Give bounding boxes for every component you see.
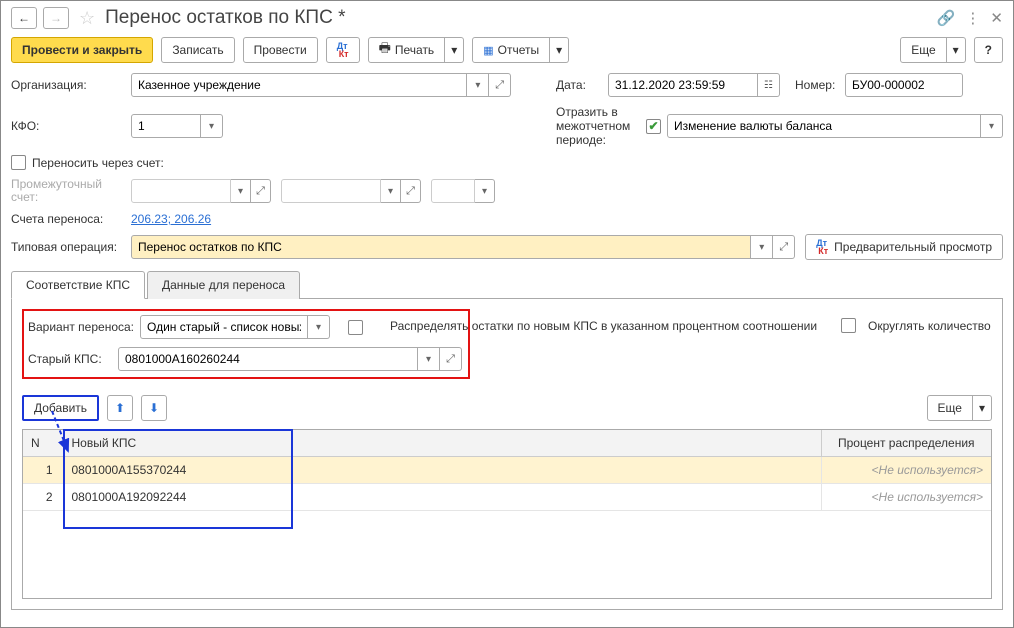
date-calendar[interactable] xyxy=(758,73,780,97)
help-button[interactable]: ? xyxy=(974,37,1003,63)
date-input[interactable] xyxy=(608,73,758,97)
back-button[interactable]: ← xyxy=(11,7,37,29)
carry-via-label: Переносить через счет: xyxy=(32,156,164,170)
add-button[interactable]: Добавить xyxy=(22,395,99,421)
distribute-checkbox[interactable] xyxy=(348,320,363,335)
move-down-button[interactable]: ⬇ xyxy=(141,395,167,421)
forward-button: → xyxy=(43,7,69,29)
intermed-acc-1-dd xyxy=(231,179,251,203)
number-label: Номер: xyxy=(795,78,845,92)
interperiod-input[interactable] xyxy=(667,114,981,138)
typical-op-input[interactable] xyxy=(131,235,751,259)
transfer-acc-label: Счета переноса: xyxy=(11,212,131,226)
typical-op-dropdown[interactable] xyxy=(751,235,773,259)
close-icon[interactable]: ✕ xyxy=(990,9,1003,27)
old-kps-dropdown[interactable] xyxy=(418,347,440,371)
main-toolbar: Провести и закрыть Записать Провести ДтК… xyxy=(1,33,1013,73)
intermed-acc-2-open xyxy=(401,179,421,203)
form-body: Организация: Дата: Номер: КФО: xyxy=(1,73,1013,610)
variant-dropdown[interactable] xyxy=(308,315,330,339)
print-button[interactable]: Печать xyxy=(368,37,446,63)
col-n-header[interactable]: N xyxy=(23,430,63,457)
intermed-acc-label: Промежуточный счет: xyxy=(11,178,131,204)
more-dropdown[interactable]: ▾ xyxy=(947,37,966,63)
kps-table: N Новый КПС Процент распределения 1 0801… xyxy=(22,429,992,599)
favorite-icon[interactable]: ☆ xyxy=(79,8,95,29)
typical-op-open[interactable] xyxy=(773,235,795,259)
header: ← → ☆ Перенос остатков по КПС * 🔗 ⋮ ✕ xyxy=(1,1,1013,33)
reports-button[interactable]: Отчеты xyxy=(472,37,550,63)
row-pct: <Не используется> xyxy=(821,484,991,511)
intermed-acc-input-2 xyxy=(281,179,381,203)
old-kps-input[interactable] xyxy=(118,347,418,371)
table-more-button[interactable]: Еще xyxy=(927,395,973,421)
org-dropdown[interactable] xyxy=(467,73,489,97)
move-up-button[interactable]: ⬆ xyxy=(107,395,133,421)
print-dropdown[interactable]: ▾ xyxy=(445,37,464,63)
old-kps-open[interactable] xyxy=(440,347,462,371)
variant-label: Вариант переноса: xyxy=(28,320,134,334)
org-label: Организация: xyxy=(11,78,131,92)
round-qty-label: Округлять количество xyxy=(868,319,991,333)
preview-button[interactable]: ДтКт Предварительный просмотр xyxy=(805,234,1003,260)
more-button[interactable]: Еще xyxy=(900,37,946,63)
intermed-acc-input-3 xyxy=(431,179,475,203)
intermed-acc-1-open xyxy=(251,179,271,203)
print-label: Печать xyxy=(395,43,434,57)
interperiod-dropdown[interactable] xyxy=(981,114,1003,138)
org-input[interactable] xyxy=(131,73,467,97)
menu-icon[interactable]: ⋮ xyxy=(965,9,980,27)
kfo-label: КФО: xyxy=(11,119,131,133)
date-label: Дата: xyxy=(556,78,608,92)
intermed-acc-2-dd xyxy=(381,179,401,203)
tab-transfer-data[interactable]: Данные для переноса xyxy=(147,271,300,299)
col-new-header[interactable]: Новый КПС xyxy=(63,430,821,457)
table-more-dropdown[interactable]: ▾ xyxy=(973,395,992,421)
intermed-acc-3-dd xyxy=(475,179,495,203)
submit-button[interactable]: Провести xyxy=(243,37,318,63)
row-pct: <Не используется> xyxy=(821,457,991,484)
save-button[interactable]: Записать xyxy=(161,37,234,63)
submit-close-button[interactable]: Провести и закрыть xyxy=(11,37,153,63)
preview-label: Предварительный просмотр xyxy=(834,240,992,254)
table-row[interactable]: 1 0801000А155370244 <Не используется> xyxy=(23,457,991,484)
reports-label: Отчеты xyxy=(498,43,539,57)
reports-dropdown[interactable]: ▾ xyxy=(550,37,569,63)
window-title: Перенос остатков по КПС * xyxy=(105,7,345,29)
col-pct-header[interactable]: Процент распределения xyxy=(821,430,991,457)
table-row[interactable]: 2 0801000А192092244 <Не используется> xyxy=(23,484,991,511)
row-kps[interactable]: 0801000А155370244 xyxy=(63,457,821,484)
old-kps-label: Старый КПС: xyxy=(28,352,112,366)
kfo-dropdown[interactable] xyxy=(201,114,223,138)
variant-input[interactable] xyxy=(140,315,308,339)
row-n: 2 xyxy=(23,484,63,511)
kfo-input[interactable] xyxy=(131,114,201,138)
org-open[interactable] xyxy=(489,73,511,97)
row-kps[interactable]: 0801000А192092244 xyxy=(63,484,821,511)
carry-via-checkbox[interactable] xyxy=(11,155,26,170)
tab-correspondence[interactable]: Соответствие КПС xyxy=(11,271,145,299)
interperiod-label: Отразить в межотчетном периоде: xyxy=(556,105,646,147)
transfer-acc-link[interactable]: 206.23; 206.26 xyxy=(131,212,211,226)
link-icon[interactable]: 🔗 xyxy=(937,9,956,27)
typical-op-label: Типовая операция: xyxy=(11,240,131,254)
dtkt-button[interactable]: ДтКт xyxy=(326,37,360,63)
row-n: 1 xyxy=(23,457,63,484)
tab-content: Вариант переноса: Старый КПС: xyxy=(11,299,1003,610)
number-input[interactable] xyxy=(845,73,963,97)
round-qty-checkbox[interactable] xyxy=(841,318,856,333)
tabs: Соответствие КПС Данные для переноса xyxy=(11,270,1003,299)
distribute-label: Распределять остатки по новым КПС в указ… xyxy=(390,319,817,333)
interperiod-checkbox[interactable] xyxy=(646,119,661,134)
intermed-acc-input-1 xyxy=(131,179,231,203)
